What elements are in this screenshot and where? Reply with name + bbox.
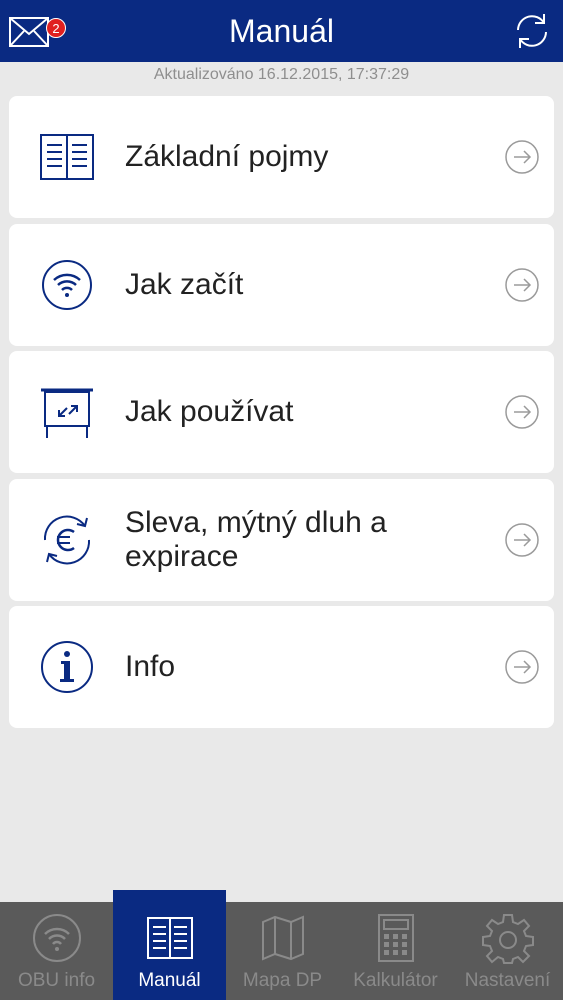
map-icon [261,915,304,961]
projector-icon [41,388,93,438]
refresh-icon [517,14,547,48]
page-title: Manuál [229,12,334,49]
arrow-right-icon [505,268,539,302]
arrow-right-icon [505,395,539,429]
tab-nastaveni[interactable]: Nastavení [452,902,563,1000]
menu-item-label: Info [125,650,176,683]
arrow-right-icon [505,523,539,557]
menu-item-label: Jak používat [125,395,294,428]
menu-item-info[interactable]: Info [9,606,554,728]
wifi-icon [32,914,81,962]
unread-badge: 2 [46,18,66,38]
gear-icon [481,914,534,964]
refresh-button[interactable] [509,8,555,54]
tab-label: Nastavení [464,970,551,991]
tab-label: Manuál [138,970,201,991]
info-icon [41,641,93,693]
tab-mapa-dp[interactable]: Mapa DP [226,902,339,1000]
book-icon [146,917,193,959]
arrow-right-icon [505,140,539,174]
tab-label: OBU info [17,970,96,991]
mail-button[interactable]: 2 [8,10,66,50]
last-updated-text: Aktualizováno 16.12.2015, 17:37:29 [153,66,410,83]
tab-kalkulator[interactable]: Kalkulátor [339,902,452,1000]
menu-item-label: Základní pojmy [125,140,329,173]
tab-manual[interactable]: Manuál [113,890,226,1000]
menu-item-jak-zacit[interactable]: Jak začít [9,224,554,346]
bottom-navigation: OBU info Manuál Mapa DP Kalkulátor Nasta… [0,890,563,1000]
menu-item-label: Jak začít [125,268,244,301]
menu-item-label: Sleva, mýtný dluh a expirace [125,506,387,573]
wifi-icon [42,260,92,310]
arrow-right-icon [505,650,539,684]
tab-label: Mapa DP [242,970,323,991]
tab-obu-info[interactable]: OBU info [0,902,113,1000]
book-icon [40,134,94,180]
menu-item-sleva[interactable]: Sleva, mýtný dluh a expirace [9,479,554,601]
calculator-icon [377,914,414,962]
euro-cycle-icon [43,515,91,565]
tab-label: Kalkulátor [353,970,438,991]
menu-item-zakladni-pojmy[interactable]: Základní pojmy [9,96,554,218]
app-header: 2 Manuál [0,0,563,62]
menu-item-jak-pouzivat[interactable]: Jak používat [9,351,554,473]
